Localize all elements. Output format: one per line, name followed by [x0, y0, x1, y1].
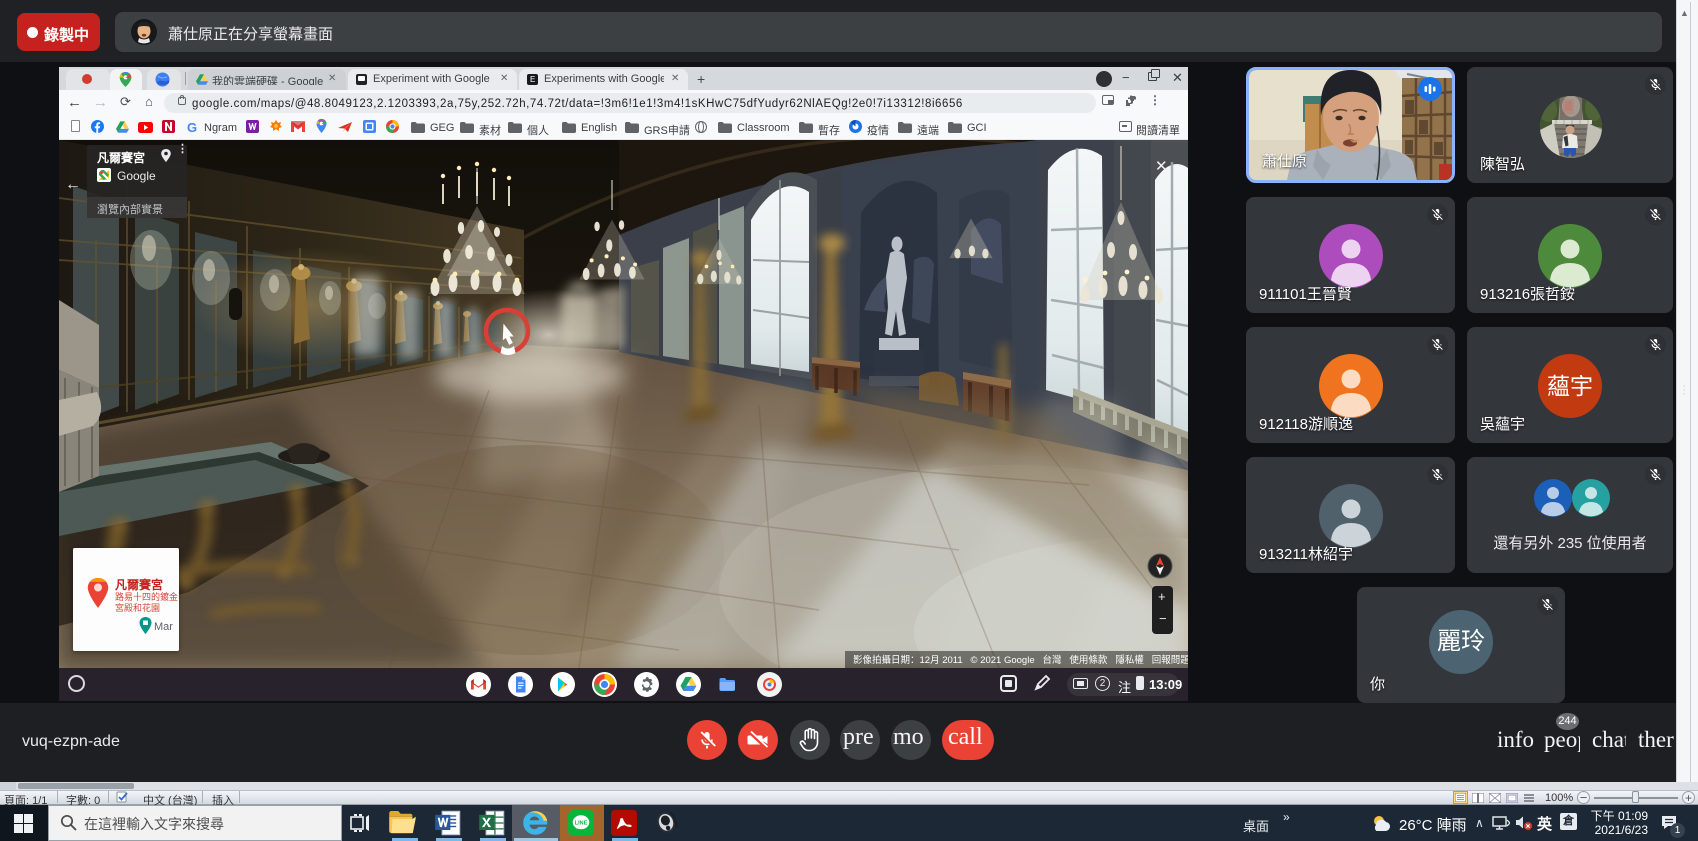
svg-text:影像拍攝日期：12月 2011 © 2021 Googl: 影像拍攝日期：12月 2011 © 2021 Google 台灣 使用條款 隱私…	[853, 654, 1188, 666]
svg-text:LINE: LINE	[575, 821, 588, 827]
